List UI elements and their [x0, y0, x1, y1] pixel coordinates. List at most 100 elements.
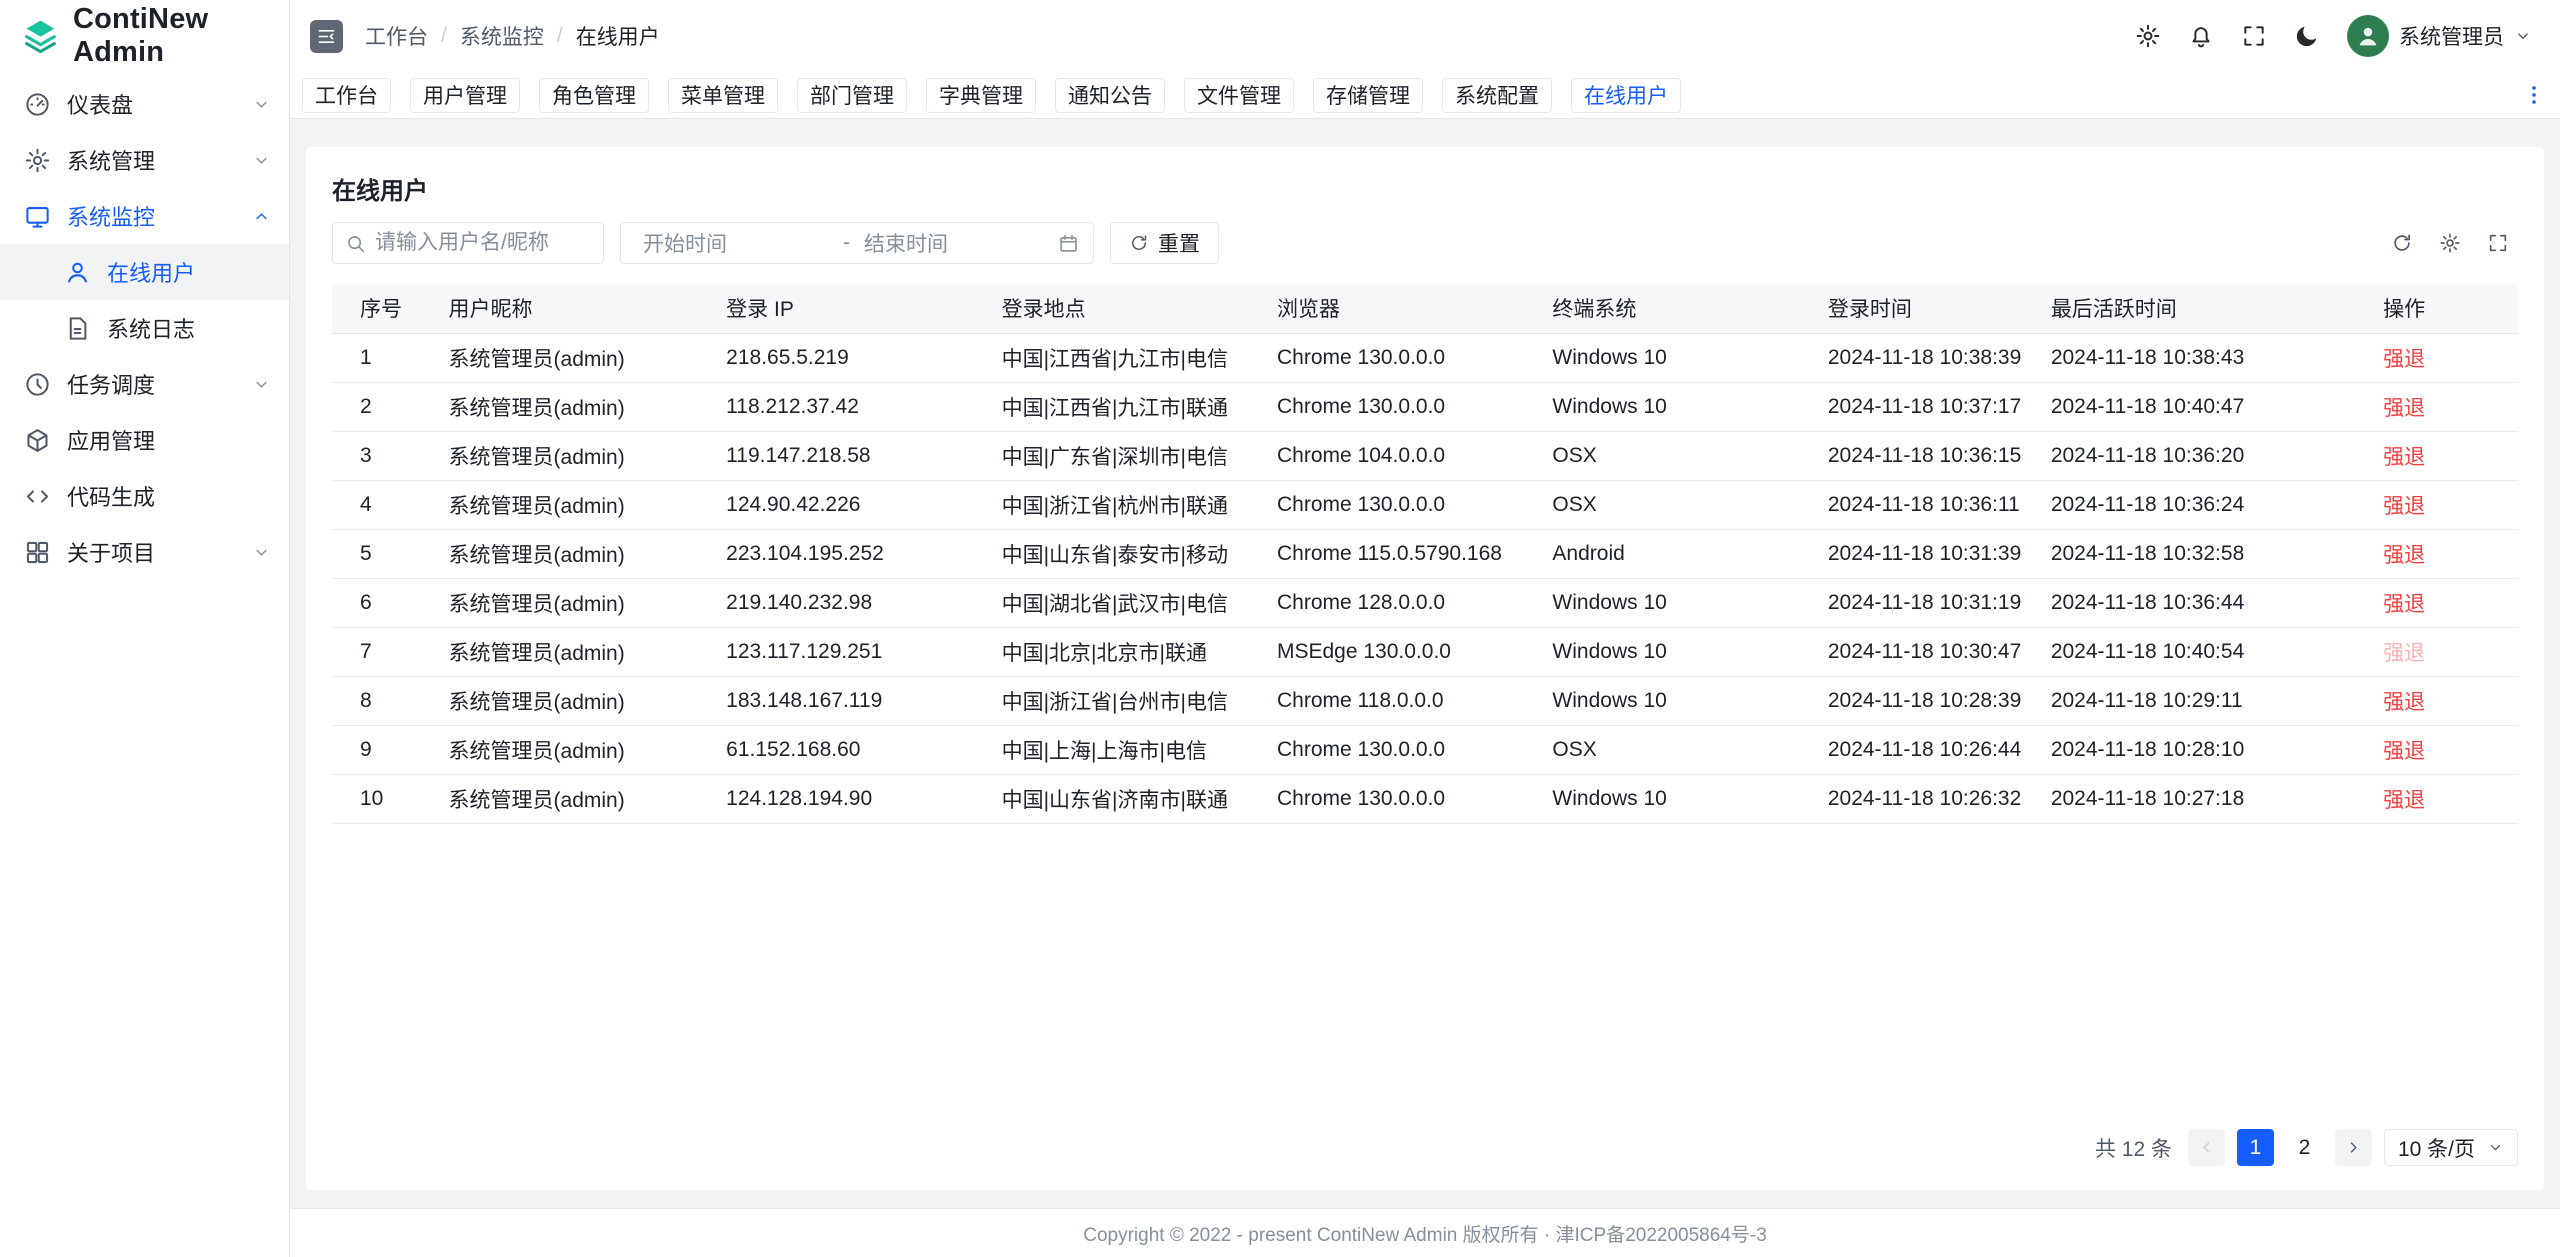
monitor-icon	[24, 203, 51, 230]
column-header-7: 最后活跃时间	[2035, 284, 2367, 333]
force-logout-link[interactable]: 强退	[2383, 789, 2425, 812]
breadcrumb-item-0[interactable]: 工作台	[365, 21, 428, 51]
page-size-value: 10 条/页	[2398, 1133, 2475, 1163]
sidebar-item-label: 仪表盘	[67, 88, 236, 120]
tab-10[interactable]: 在线用户	[1571, 78, 1681, 113]
settings-icon[interactable]	[2430, 223, 2470, 263]
force-logout-link[interactable]: 强退	[2383, 495, 2425, 518]
settings-icon[interactable]	[2135, 23, 2161, 49]
avatar-user-icon	[2354, 22, 2382, 50]
cell-browser: Chrome 128.0.0.0	[1261, 578, 1536, 627]
sidebar-item-3[interactable]: 在线用户	[0, 244, 289, 300]
date-range-separator: -	[837, 231, 856, 255]
table-row: 8系统管理员(admin)183.148.167.119中国|浙江省|台州市|电…	[332, 676, 2518, 725]
tab-6[interactable]: 通知公告	[1055, 78, 1165, 113]
tab-7[interactable]: 文件管理	[1184, 78, 1294, 113]
date-end-placeholder: 结束时间	[856, 228, 1058, 258]
table-row: 6系统管理员(admin)219.140.232.98中国|湖北省|武汉市|电信…	[332, 578, 2518, 627]
breadcrumb: 工作台/系统监控/在线用户	[365, 21, 660, 51]
cell-os: Windows 10	[1536, 676, 1811, 725]
force-logout-link[interactable]: 强退	[2383, 446, 2425, 469]
search-input[interactable]	[375, 231, 591, 255]
sidebar-item-label: 代码生成	[67, 480, 271, 512]
project-icon	[24, 539, 51, 566]
tab-actions-more-icon[interactable]	[2522, 83, 2546, 107]
search-box	[332, 222, 604, 264]
cell-login_time: 2024-11-18 10:31:19	[1812, 578, 2035, 627]
page-number-1[interactable]: 1	[2237, 1129, 2274, 1166]
cell-action: 强退	[2367, 627, 2518, 676]
cell-ip: 119.147.218.58	[710, 431, 985, 480]
pagination-total: 共 12 条	[2095, 1133, 2172, 1163]
sidebar-item-label: 应用管理	[67, 424, 271, 456]
pagination: 共 12 条 12 10 条/页	[332, 1129, 2518, 1166]
cell-ip: 124.90.42.226	[710, 480, 985, 529]
calendar-icon	[1058, 233, 1079, 254]
date-range-picker[interactable]: 开始时间 - 结束时间	[620, 222, 1094, 264]
pagination-prev-button[interactable]	[2188, 1129, 2225, 1166]
refresh-icon[interactable]	[2382, 223, 2422, 263]
user-menu[interactable]: 系统管理员	[2347, 15, 2532, 57]
sidebar-collapse-button[interactable]	[310, 20, 343, 53]
tab-2[interactable]: 角色管理	[539, 78, 649, 113]
cell-action: 强退	[2367, 382, 2518, 431]
table-row: 7系统管理员(admin)123.117.129.251中国|北京|北京市|联通…	[332, 627, 2518, 676]
page-number-2[interactable]: 2	[2286, 1129, 2323, 1166]
cell-login_time: 2024-11-18 10:37:17	[1812, 382, 2035, 431]
sidebar-item-7[interactable]: 代码生成	[0, 468, 289, 524]
cell-browser: Chrome 118.0.0.0	[1261, 676, 1536, 725]
tab-1[interactable]: 用户管理	[410, 78, 520, 113]
cell-action: 强退	[2367, 774, 2518, 823]
force-logout-link[interactable]: 强退	[2383, 740, 2425, 763]
cell-last_active: 2024-11-18 10:38:43	[2035, 333, 2367, 382]
force-logout-link[interactable]: 强退	[2383, 593, 2425, 616]
cell-last_active: 2024-11-18 10:36:20	[2035, 431, 2367, 480]
tab-4[interactable]: 部门管理	[797, 78, 907, 113]
page-size-select[interactable]: 10 条/页	[2384, 1129, 2518, 1166]
pagination-next-button[interactable]	[2335, 1129, 2372, 1166]
cell-os: Windows 10	[1536, 578, 1811, 627]
chevron-down-icon	[252, 95, 271, 114]
cell-browser: Chrome 130.0.0.0	[1261, 382, 1536, 431]
sidebar-item-4[interactable]: 系统日志	[0, 300, 289, 356]
cell-no: 3	[332, 431, 433, 480]
cell-os: Android	[1536, 529, 1811, 578]
force-logout-link[interactable]: 强退	[2383, 544, 2425, 567]
moon-icon[interactable]	[2294, 23, 2320, 49]
app-title: ContiNew Admin	[73, 3, 289, 69]
sidebar-item-label: 系统日志	[107, 312, 271, 344]
fullscreen-icon[interactable]	[2478, 223, 2518, 263]
sidebar-item-8[interactable]: 关于项目	[0, 524, 289, 580]
breadcrumb-item-1[interactable]: 系统监控	[460, 21, 544, 51]
bell-icon[interactable]	[2188, 23, 2214, 49]
force-logout-link[interactable]: 强退	[2383, 642, 2425, 665]
cell-browser: Chrome 115.0.5790.168	[1261, 529, 1536, 578]
tab-9[interactable]: 系统配置	[1442, 78, 1552, 113]
chevron-down-icon	[2487, 1139, 2504, 1156]
cell-os: OSX	[1536, 480, 1811, 529]
cell-location: 中国|上海|上海市|电信	[986, 725, 1261, 774]
cell-nickname: 系统管理员(admin)	[433, 578, 711, 627]
tab-8[interactable]: 存储管理	[1313, 78, 1423, 113]
tab-5[interactable]: 字典管理	[926, 78, 1036, 113]
breadcrumb-item-2[interactable]: 在线用户	[576, 21, 660, 51]
tab-3[interactable]: 菜单管理	[668, 78, 778, 113]
cell-login_time: 2024-11-18 10:31:39	[1812, 529, 2035, 578]
fullscreen-icon[interactable]	[2241, 23, 2267, 49]
sidebar-item-1[interactable]: 系统管理	[0, 132, 289, 188]
column-header-4: 浏览器	[1261, 284, 1536, 333]
sidebar-item-2[interactable]: 系统监控	[0, 188, 289, 244]
force-logout-link[interactable]: 强退	[2383, 348, 2425, 371]
sidebar-item-6[interactable]: 应用管理	[0, 412, 289, 468]
cell-os: OSX	[1536, 431, 1811, 480]
force-logout-link[interactable]: 强退	[2383, 397, 2425, 420]
force-logout-link[interactable]: 强退	[2383, 691, 2425, 714]
app-logo[interactable]: ContiNew Admin	[0, 0, 289, 72]
sidebar-item-0[interactable]: 仪表盘	[0, 76, 289, 132]
sidebar-item-label: 在线用户	[107, 256, 271, 288]
dashboard-icon	[24, 91, 51, 118]
reset-button[interactable]: 重置	[1110, 222, 1219, 264]
sidebar-item-5[interactable]: 任务调度	[0, 356, 289, 412]
tab-0[interactable]: 工作台	[302, 78, 391, 113]
online-users-card: 在线用户 开始时间 - 结束时间 重置	[306, 147, 2544, 1190]
